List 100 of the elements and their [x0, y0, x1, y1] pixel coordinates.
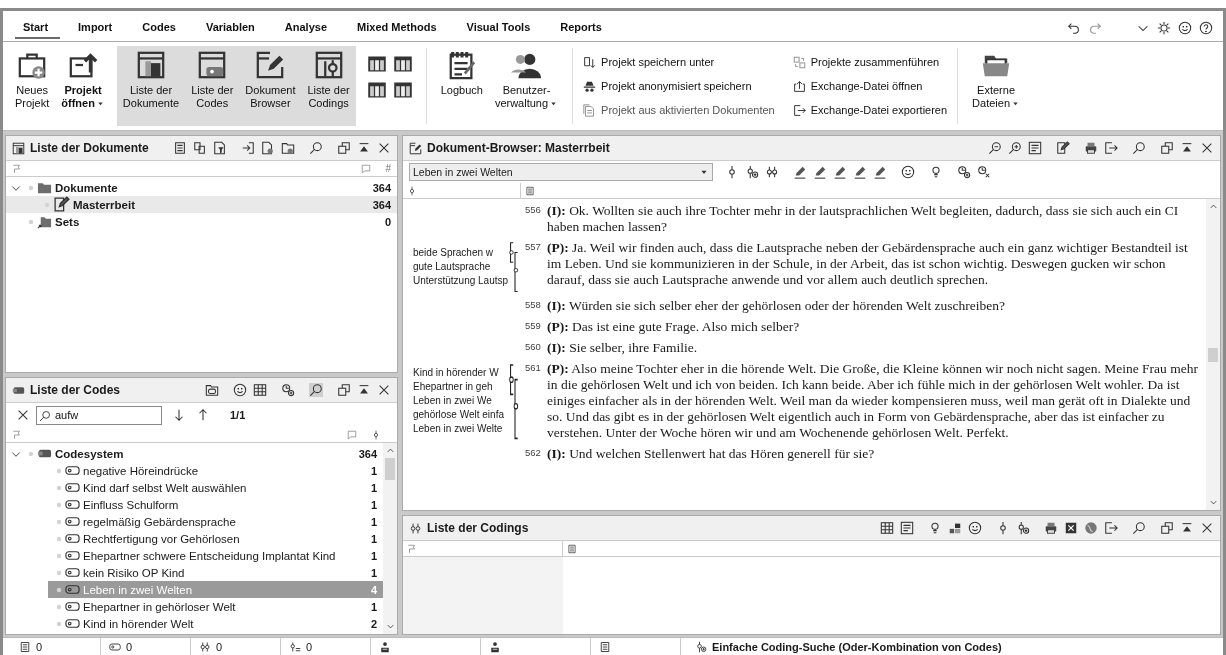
- logbook-button[interactable]: Logbuch: [434, 46, 489, 126]
- new-document-icon[interactable]: [261, 141, 275, 155]
- close-icon[interactable]: [377, 383, 391, 397]
- highlighter-icon[interactable]: [793, 165, 807, 179]
- coding-label[interactable]: Leben in zwei Welte: [413, 422, 507, 437]
- edit-icon[interactable]: [1056, 141, 1070, 155]
- undo-icon[interactable]: [1067, 21, 1081, 35]
- zoom-out-icon[interactable]: [988, 141, 1002, 155]
- new-folder-icon[interactable]: [281, 141, 295, 155]
- open-project-button[interactable]: Projekt öffnen: [55, 46, 111, 126]
- documents-copy-icon[interactable]: [193, 141, 207, 155]
- open-exchange-file-link[interactable]: Exchange-Datei öffnen: [790, 74, 950, 98]
- ribbon-tab[interactable]: Variablen: [197, 17, 267, 39]
- table-icon[interactable]: [253, 383, 267, 397]
- tree-row[interactable]: Sets 0: [6, 213, 397, 230]
- search-icon[interactable]: [309, 383, 323, 397]
- highlighter-icon[interactable]: [873, 165, 887, 179]
- redo-icon[interactable]: [1088, 21, 1102, 35]
- minimize-panel-icon[interactable]: [357, 383, 371, 397]
- user-icon[interactable]: [489, 640, 501, 653]
- code-dropdown[interactable]: Leben in zwei Welten: [409, 163, 713, 181]
- coding-label[interactable]: beide Sprachen w: [413, 245, 507, 260]
- tree-row[interactable]: Masterrbeit 364: [6, 196, 397, 213]
- codings-icon[interactable]: [765, 165, 779, 179]
- close-icon[interactable]: [1200, 141, 1214, 155]
- close-icon[interactable]: [1200, 521, 1214, 535]
- close-icon[interactable]: [377, 141, 391, 155]
- highlighter-icon[interactable]: [813, 165, 827, 179]
- arrow-down-icon[interactable]: [172, 408, 186, 422]
- ribbon-tab[interactable]: Codes: [134, 17, 188, 39]
- search-icon[interactable]: [1132, 521, 1146, 535]
- scroll-thumb[interactable]: [1208, 347, 1218, 362]
- help-icon[interactable]: [1199, 21, 1213, 35]
- add-code-icon[interactable]: [957, 165, 971, 179]
- print-icon[interactable]: [1084, 141, 1098, 155]
- restore-window-icon[interactable]: [337, 383, 351, 397]
- document-lines-icon[interactable]: [173, 141, 187, 155]
- new-project-button[interactable]: Neues Projekt: [9, 46, 56, 126]
- restore-window-icon[interactable]: [1160, 141, 1174, 155]
- export-icon[interactable]: [1104, 521, 1118, 535]
- scrollbar[interactable]: [1206, 199, 1220, 510]
- layout-icon[interactable]: [365, 80, 388, 100]
- tree-row[interactable]: Codesystem 364: [6, 445, 383, 462]
- table-icon[interactable]: [880, 521, 894, 535]
- smiley-icon[interactable]: [1178, 21, 1192, 35]
- coding-label[interactable]: Ehepartner in geh: [413, 380, 507, 395]
- chart-icon[interactable]: [948, 521, 962, 535]
- document-filter-icon[interactable]: [213, 141, 227, 155]
- smiley-icon[interactable]: [233, 383, 247, 397]
- spreadsheet-icon[interactable]: [1064, 521, 1078, 535]
- minimize-panel-icon[interactable]: [357, 141, 371, 155]
- bulb-icon[interactable]: [929, 165, 943, 179]
- remove-code-icon[interactable]: [977, 165, 991, 179]
- new-code-icon[interactable]: [281, 383, 295, 397]
- external-files-button[interactable]: Externe Dateien: [966, 46, 1027, 126]
- coding-label[interactable]: Leben in zwei We: [413, 394, 507, 409]
- export-exchange-file-link[interactable]: Exchange-Datei exportieren: [790, 98, 950, 122]
- highlighter-icon[interactable]: [833, 165, 847, 179]
- arrow-up-icon[interactable]: [196, 408, 210, 422]
- layout-icon[interactable]: [391, 80, 414, 100]
- highlighter-icon[interactable]: [853, 165, 867, 179]
- bulb-icon[interactable]: [928, 521, 942, 535]
- merge-projects-link[interactable]: Projekte zusammenführen: [790, 50, 950, 74]
- add-coding-icon[interactable]: [745, 165, 759, 179]
- import-icon[interactable]: [241, 141, 255, 155]
- tree-row[interactable]: negative Höreindrücke 1: [6, 462, 383, 479]
- tree-row[interactable]: Kind darf selbst Welt auswählen 1: [6, 479, 383, 496]
- ribbon-tab[interactable]: Visual Tools: [458, 17, 543, 39]
- ribbon-tab[interactable]: Analyse: [276, 17, 340, 39]
- zoom-in-icon[interactable]: [1008, 141, 1022, 155]
- save-anonymized-link[interactable]: Projekt anonymisiert speichern: [581, 74, 777, 98]
- tree-row[interactable]: kein Risiko OP Kind 1: [6, 564, 383, 581]
- ribbon-tab[interactable]: Mixed Methods: [349, 17, 449, 39]
- zoom-reset-icon[interactable]: [1028, 141, 1042, 155]
- ribbon-tab[interactable]: Import: [70, 17, 125, 39]
- restore-window-icon[interactable]: [337, 141, 351, 155]
- tree-row[interactable]: regelmäßig Gebärdensprache 1: [6, 513, 383, 530]
- restore-window-icon[interactable]: [1160, 521, 1174, 535]
- user-icon[interactable]: [379, 640, 391, 653]
- minimize-panel-icon[interactable]: [1180, 141, 1194, 155]
- smiley-icon[interactable]: [901, 165, 915, 179]
- close-icon[interactable]: [16, 408, 30, 422]
- search-icon[interactable]: [309, 141, 323, 155]
- tree-row[interactable]: Ehepartner schwere Entscheidung Implantat Kind 1: [6, 547, 383, 564]
- settings-icon[interactable]: [1157, 21, 1171, 35]
- ribbon-tab[interactable]: Reports: [552, 17, 614, 39]
- print-icon[interactable]: [1044, 521, 1058, 535]
- export-icon[interactable]: [1104, 141, 1118, 155]
- tree-row[interactable]: Dokumente 364: [6, 179, 397, 196]
- tree-row[interactable]: Rechtfertigung vor Gehörlosen 1: [6, 530, 383, 547]
- globe-icon[interactable]: [1084, 521, 1098, 535]
- coding-label[interactable]: Kind in hörender W: [413, 366, 507, 381]
- layout-icon[interactable]: [365, 54, 388, 74]
- search-icon[interactable]: [1132, 141, 1146, 155]
- tree-row[interactable]: Kind in hörender Welt 2: [6, 615, 383, 632]
- scrollbar[interactable]: [383, 443, 397, 634]
- add-coding-icon[interactable]: [1016, 521, 1030, 535]
- layout-icon[interactable]: [391, 54, 414, 74]
- ribbon-tab[interactable]: Start: [15, 17, 61, 39]
- tree-row[interactable]: Einfluss Schulform 1: [6, 496, 383, 513]
